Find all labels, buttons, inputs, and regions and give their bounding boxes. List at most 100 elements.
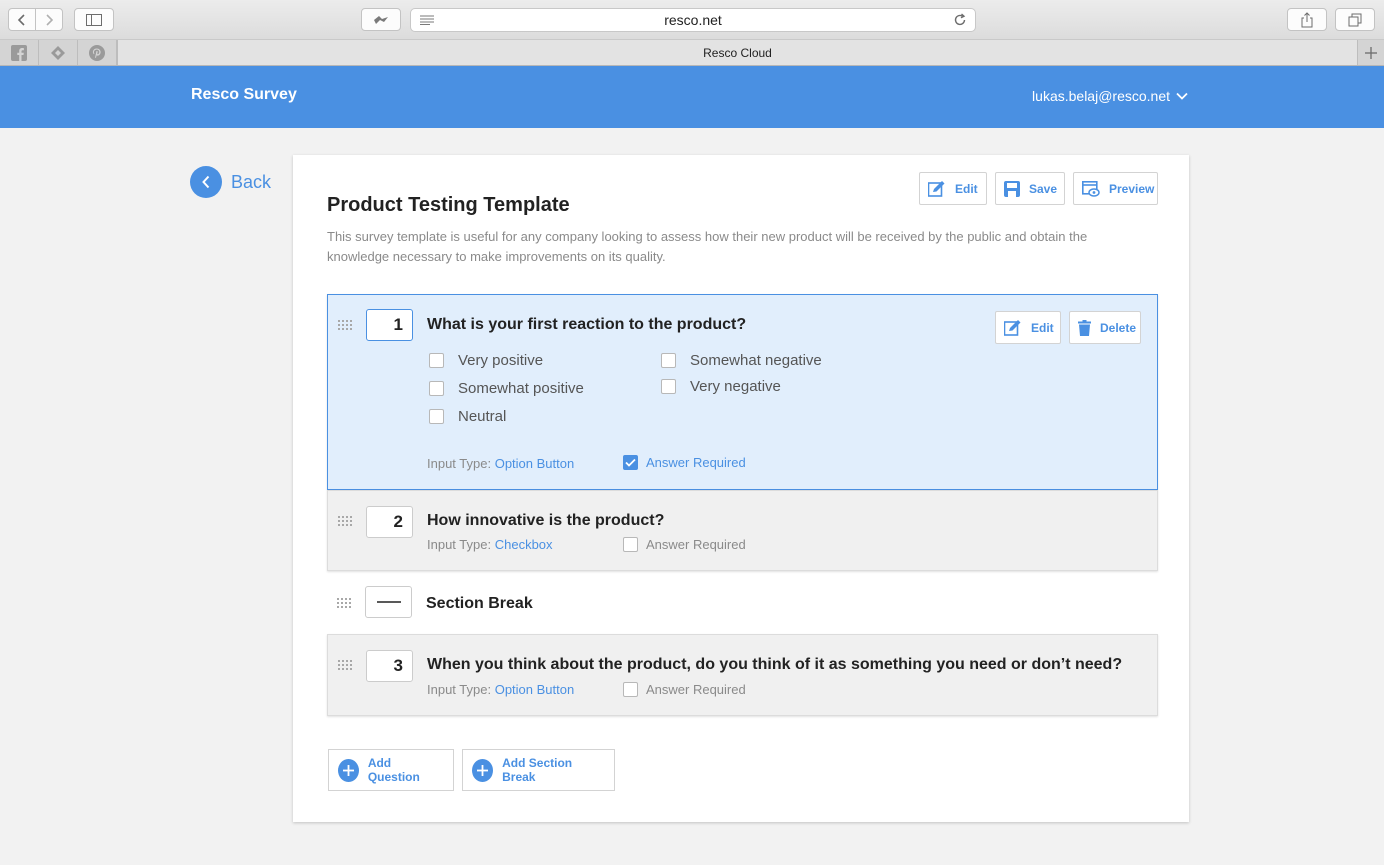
sidebar-icon	[86, 13, 102, 26]
reader-icon	[420, 15, 434, 25]
user-email: lukas.belaj@resco.net	[1032, 88, 1170, 104]
edit-label: Edit	[955, 181, 978, 196]
history-nav	[8, 8, 63, 31]
add-section-break-button[interactable]: Add Section Break	[462, 749, 615, 791]
tab-title: Resco Cloud	[703, 45, 772, 60]
pinterest-icon	[89, 44, 105, 61]
answer-required[interactable]: Answer Required	[623, 682, 746, 697]
question-text: When you think about the product, do you…	[427, 656, 1123, 673]
input-type-label: Input Type:	[427, 456, 492, 471]
tabs-icon	[1348, 13, 1362, 26]
section-break-marker	[365, 586, 412, 618]
tabs-overview-button[interactable]	[1335, 8, 1375, 31]
delete-question-button[interactable]: Delete	[1069, 311, 1141, 344]
required-label: Answer Required	[646, 537, 746, 552]
facebook-icon	[11, 44, 27, 61]
add-question-button[interactable]: Add Question	[328, 749, 454, 791]
drag-handle-icon[interactable]	[338, 516, 354, 526]
question-number: 3	[366, 650, 413, 682]
required-checkbox[interactable]	[623, 455, 638, 470]
required-checkbox[interactable]	[623, 682, 638, 697]
back-nav-button[interactable]	[9, 9, 35, 30]
question-text: How innovative is the product?	[427, 512, 665, 529]
pinterest-favorite[interactable]	[78, 40, 117, 65]
question-card-3[interactable]: 3 When you think about the product, do y…	[327, 634, 1158, 716]
back-label: Back	[231, 171, 272, 192]
input-type: Input Type: Checkbox	[427, 537, 553, 552]
new-tab-button[interactable]	[1358, 40, 1384, 65]
share-button[interactable]	[1287, 8, 1327, 31]
plus-icon	[472, 758, 494, 782]
drag-handle-icon[interactable]	[338, 660, 354, 670]
reload-icon[interactable]	[953, 13, 967, 27]
back-circle	[190, 166, 222, 198]
option-checkbox[interactable]	[429, 409, 444, 424]
input-type-label: Input Type:	[427, 682, 492, 697]
puzzle-icon	[374, 15, 388, 24]
input-type: Input Type: Option Button	[427, 682, 574, 697]
back-button[interactable]: Back	[190, 166, 271, 198]
edit-survey-button[interactable]: Edit	[919, 172, 987, 205]
drag-handle-icon[interactable]	[338, 320, 354, 330]
option-checkbox[interactable]	[429, 381, 444, 396]
survey-description: This survey template is useful for any c…	[327, 229, 1088, 264]
required-checkbox[interactable]	[623, 537, 638, 552]
option-item[interactable]: Very negative	[661, 378, 781, 395]
edit-question-label: Edit	[1031, 320, 1054, 335]
option-label: Neutral	[458, 408, 507, 425]
facebook-favorite[interactable]	[0, 40, 39, 65]
option-label: Very negative	[690, 378, 781, 395]
input-type-value[interactable]: Option Button	[495, 682, 575, 697]
url-text: resco.net	[664, 12, 722, 28]
preview-survey-button[interactable]: Preview	[1073, 172, 1158, 205]
answer-required[interactable]: Answer Required	[623, 455, 746, 470]
chevron-down-icon	[1176, 92, 1188, 100]
edit-question-button[interactable]: Edit	[995, 311, 1061, 344]
option-item[interactable]: Very positive	[429, 352, 543, 369]
question-card-1[interactable]: 1 What is your first reaction to the pro…	[327, 294, 1158, 490]
question-text: What is your first reaction to the produ…	[427, 316, 747, 333]
address-bar[interactable]: resco.net	[410, 8, 976, 32]
input-type-value[interactable]: Checkbox	[495, 537, 553, 552]
required-label: Answer Required	[646, 455, 746, 470]
drag-handle-icon[interactable]	[337, 598, 353, 608]
app-title: Resco Survey	[191, 86, 297, 103]
section-break-label: Section Break	[426, 595, 533, 612]
dash-icon	[376, 601, 401, 603]
option-item[interactable]: Neutral	[429, 408, 506, 425]
add-question-label: Add Question	[367, 756, 420, 784]
edit-icon	[928, 181, 945, 197]
user-menu[interactable]: lukas.belaj@resco.net	[1032, 88, 1188, 104]
survey-title: Product Testing Template	[327, 194, 570, 216]
delete-question-label: Delete	[1100, 320, 1137, 335]
chevron-left-icon	[17, 13, 25, 26]
answer-required[interactable]: Answer Required	[623, 537, 746, 552]
browser-toolbar: resco.net	[0, 0, 1384, 40]
option-checkbox[interactable]	[429, 353, 444, 368]
input-type: Input Type: Option Button	[427, 456, 574, 471]
option-item[interactable]: Somewhat negative	[661, 352, 822, 369]
option-item[interactable]: Somewhat positive	[429, 380, 584, 397]
preview-icon	[1082, 180, 1100, 197]
required-label: Answer Required	[646, 682, 746, 697]
question-card-2[interactable]: 2 How innovative is the product? Input T…	[327, 490, 1158, 571]
section-break[interactable]: Section Break	[327, 584, 1158, 622]
check-icon	[625, 458, 636, 467]
save-icon	[1004, 180, 1020, 197]
sidebar-toggle-button[interactable]	[74, 8, 114, 31]
forward-nav-button[interactable]	[35, 9, 62, 30]
share-icon	[1301, 11, 1313, 27]
extension-button[interactable]	[361, 8, 401, 31]
feedly-favorite[interactable]	[39, 40, 78, 65]
option-checkbox[interactable]	[661, 379, 676, 394]
preview-label: Preview	[1109, 181, 1155, 196]
active-tab[interactable]: Resco Cloud	[117, 40, 1358, 65]
option-label: Somewhat positive	[458, 380, 584, 397]
input-type-value[interactable]: Option Button	[495, 456, 575, 471]
input-type-label: Input Type:	[427, 537, 492, 552]
add-section-break-label: Add Section Break	[502, 756, 573, 784]
save-survey-button[interactable]: Save	[995, 172, 1065, 205]
edit-icon	[1004, 320, 1021, 336]
tab-bar: Resco Cloud	[0, 40, 1384, 66]
option-checkbox[interactable]	[661, 353, 676, 368]
